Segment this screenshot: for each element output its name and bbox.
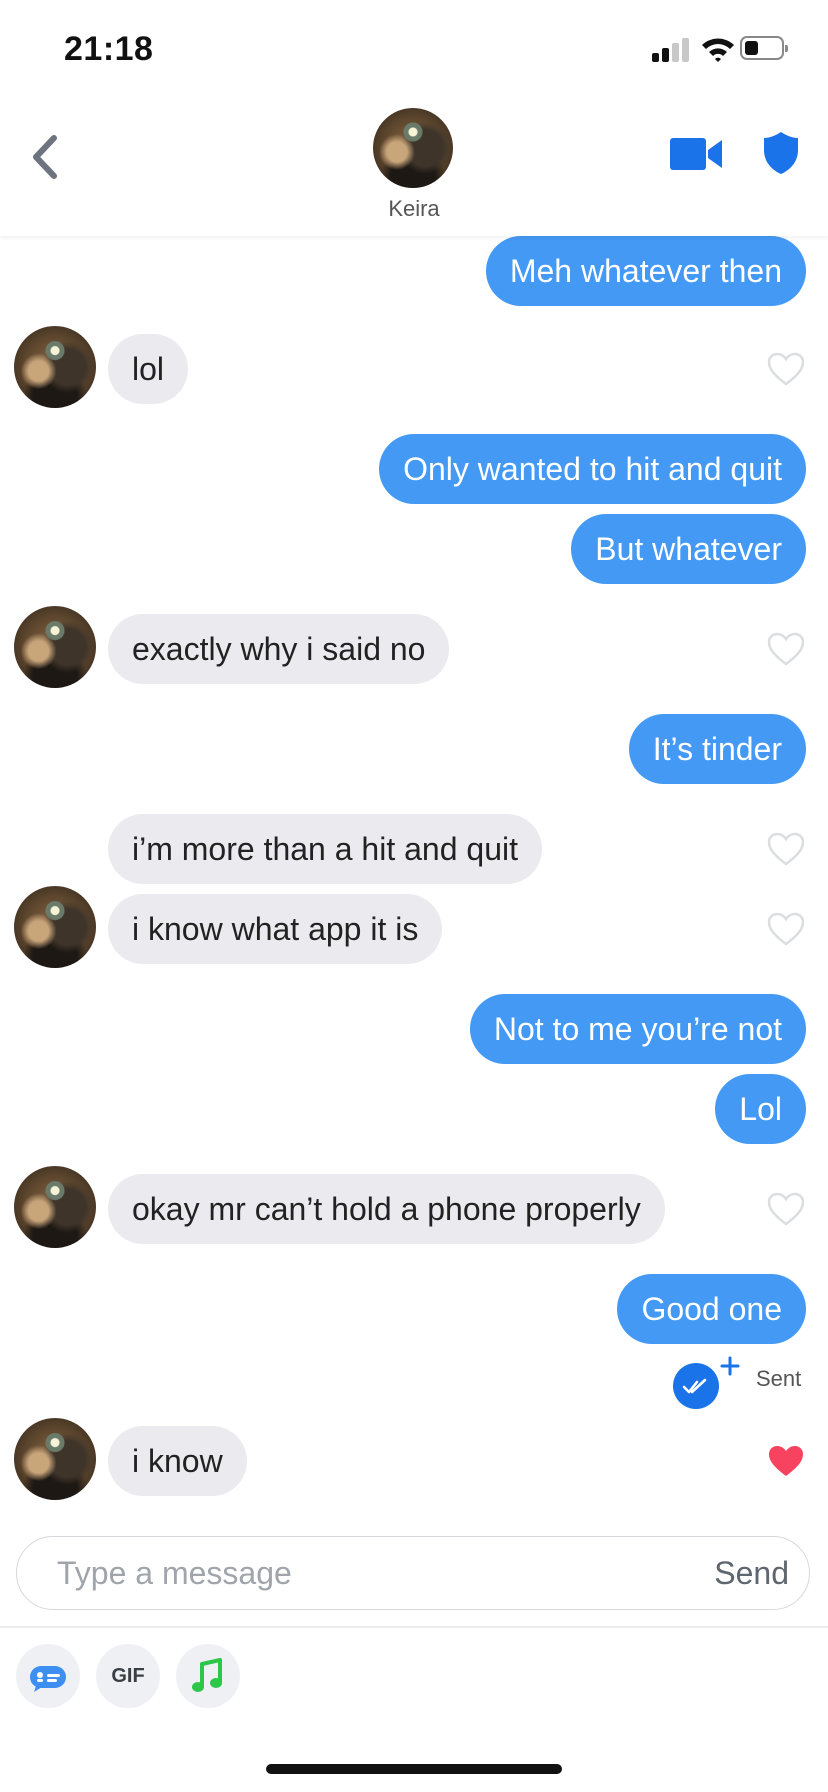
composer-divider [0, 1626, 828, 1628]
music-note-icon [192, 1658, 222, 1692]
heart-outline-icon[interactable] [766, 631, 806, 667]
message-input[interactable] [55, 1537, 659, 1609]
video-camera-icon[interactable] [668, 136, 724, 172]
chat-header: Keira [0, 100, 828, 236]
shield-icon[interactable] [762, 130, 800, 176]
sender-avatar[interactable] [14, 326, 96, 408]
sender-avatar[interactable] [14, 886, 96, 968]
received-message[interactable]: i’m more than a hit and quit [108, 814, 542, 884]
sender-avatar[interactable] [14, 1418, 96, 1500]
sender-avatar[interactable] [14, 1166, 96, 1248]
sent-status-label: Sent [756, 1366, 802, 1391]
bitmoji-icon [30, 1666, 66, 1692]
sent-message[interactable]: Only wanted to hit and quit [379, 434, 806, 504]
heart-outline-icon[interactable] [766, 1191, 806, 1227]
wifi-icon [702, 38, 734, 62]
cell-signal-icon [652, 38, 690, 62]
heart-outline-icon[interactable] [766, 351, 806, 387]
home-indicator[interactable] [266, 1764, 562, 1774]
received-message[interactable]: okay mr can’t hold a phone properly [108, 1174, 665, 1244]
battery-icon [740, 36, 788, 60]
heart-filled-icon[interactable] [766, 1443, 806, 1479]
status-bar: 21:18 [0, 0, 828, 100]
received-message[interactable]: i know [108, 1426, 247, 1496]
sent-message[interactable]: Not to me you’re not [469, 994, 806, 1064]
heart-outline-icon[interactable] [766, 911, 806, 947]
sent-message[interactable]: It’s tinder [628, 714, 806, 784]
contact-name[interactable]: Keira [0, 196, 828, 222]
gif-button[interactable]: GIF [96, 1644, 160, 1708]
sender-avatar[interactable] [14, 606, 96, 688]
message-composer: Send [16, 1536, 810, 1610]
bitmoji-button[interactable] [16, 1644, 80, 1708]
status-time: 21:18 [64, 30, 154, 68]
read-receipt-icon[interactable] [670, 1356, 750, 1410]
sent-message[interactable]: Good one [617, 1274, 806, 1344]
sent-message[interactable]: Meh whatever then [485, 236, 806, 306]
message-list[interactable]: Meh whatever then lol Only wanted to hit… [0, 236, 828, 1532]
heart-outline-icon[interactable] [766, 831, 806, 867]
sent-message[interactable]: But whatever [571, 514, 806, 584]
contact-avatar[interactable] [373, 108, 453, 188]
back-chevron-icon[interactable] [26, 130, 66, 184]
music-button[interactable] [176, 1644, 240, 1708]
gif-icon: GIF [111, 1665, 145, 1687]
send-button[interactable]: Send [714, 1537, 789, 1609]
received-message[interactable]: exactly why i said no [108, 614, 450, 684]
received-message[interactable]: i know what app it is [108, 894, 443, 964]
received-message[interactable]: lol [108, 334, 189, 404]
sent-message[interactable]: Lol [715, 1074, 806, 1144]
